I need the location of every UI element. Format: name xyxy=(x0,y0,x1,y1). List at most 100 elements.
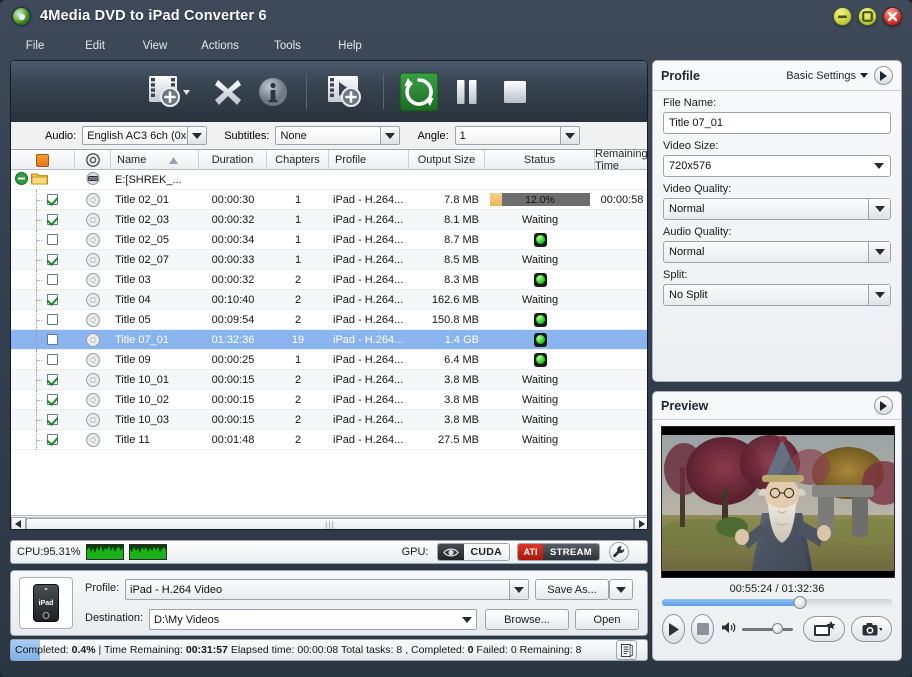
preview-expand-button[interactable] xyxy=(874,396,893,415)
column-select-all[interactable] xyxy=(11,150,75,170)
table-row[interactable]: Title 02_0100:00:301iPad - H.264...7.8 M… xyxy=(11,190,648,210)
table-row[interactable]: Title 10_0200:00:152iPad - H.264...3.8 M… xyxy=(11,390,648,410)
column-duration[interactable]: Duration xyxy=(199,150,267,170)
open-button[interactable]: Open xyxy=(575,609,639,630)
stop-preview-button[interactable] xyxy=(691,614,714,644)
audio-select[interactable]: English AC3 6ch (0x8 xyxy=(82,126,207,145)
row-checkbox[interactable] xyxy=(47,274,58,285)
stop-button[interactable] xyxy=(495,69,535,115)
table-row[interactable]: Title 0400:10:402iPad - H.264...162.6 MB… xyxy=(11,290,648,310)
row-checkbox[interactable] xyxy=(47,254,58,265)
video-quality-select[interactable]: Normal xyxy=(663,198,891,220)
table-row[interactable]: Title 02_0500:00:341iPad - H.264...8.7 M… xyxy=(11,230,648,250)
add-file-button[interactable] xyxy=(321,69,373,115)
horizontal-scrollbar[interactable]: ||| xyxy=(11,515,648,530)
menu-file[interactable]: File xyxy=(5,37,65,55)
row-checkbox[interactable] xyxy=(47,434,58,445)
split-select[interactable]: No Split xyxy=(663,284,891,306)
maximize-button[interactable] xyxy=(858,7,877,26)
row-checkbox[interactable] xyxy=(47,394,58,405)
close-button[interactable] xyxy=(883,7,902,26)
table-row[interactable]: Title 1100:01:482iPad - H.264...27.5 MBW… xyxy=(11,430,648,450)
table-row[interactable]: Title 0900:00:251iPad - H.264...6.4 MB xyxy=(11,350,648,370)
chevron-down-icon[interactable] xyxy=(457,610,476,629)
log-list-icon[interactable] xyxy=(616,640,637,660)
remove-button[interactable] xyxy=(207,69,249,115)
info-button[interactable] xyxy=(253,69,293,115)
column-output-size[interactable]: Output Size xyxy=(409,150,485,170)
table-row[interactable]: Title 10_0300:00:152iPad - H.264...3.8 M… xyxy=(11,410,648,430)
menu-help[interactable]: Help xyxy=(320,37,380,55)
seek-slider[interactable] xyxy=(662,599,892,606)
save-as-dropdown-button[interactable] xyxy=(609,579,633,600)
snapshot-button[interactable] xyxy=(851,616,892,642)
chevron-down-icon[interactable] xyxy=(509,580,528,599)
column-chapters[interactable]: Chapters xyxy=(267,150,329,170)
subtitles-select[interactable]: None xyxy=(275,126,400,145)
scroll-left-button[interactable] xyxy=(11,517,26,531)
scrollbar-thumb[interactable]: ||| xyxy=(26,518,634,531)
column-name[interactable]: Name xyxy=(111,150,199,170)
convert-button[interactable] xyxy=(397,69,441,115)
audio-quality-select[interactable]: Normal xyxy=(663,241,891,263)
seek-knob[interactable] xyxy=(793,596,806,609)
cell-name: Title 05 xyxy=(111,310,199,330)
chevron-down-icon[interactable] xyxy=(380,127,399,144)
scrollbar-track[interactable]: ||| xyxy=(26,517,634,531)
chevron-down-icon[interactable] xyxy=(560,127,579,144)
volume-slider[interactable] xyxy=(742,628,793,631)
cuda-badge[interactable]: CUDA xyxy=(437,543,511,561)
destination-select[interactable]: D:\My Videos xyxy=(149,609,477,630)
table-row[interactable]: Title 0300:00:322iPad - H.264...8.3 MB xyxy=(11,270,648,290)
pause-button[interactable] xyxy=(447,69,487,115)
table-row[interactable]: Title 07_0101:32:3619iPad - H.264...1.4 … xyxy=(11,330,648,350)
row-checkbox[interactable] xyxy=(47,294,58,305)
scroll-right-button[interactable] xyxy=(634,517,648,531)
row-checkbox[interactable] xyxy=(47,314,58,325)
play-button[interactable] xyxy=(662,614,685,644)
wrench-icon[interactable] xyxy=(609,542,629,562)
table-row[interactable]: Title 02_0700:00:331iPad - H.264...8.5 M… xyxy=(11,250,648,270)
stop-all-icon[interactable] xyxy=(36,154,49,167)
column-status[interactable]: Status xyxy=(485,150,595,170)
chevron-down-icon[interactable] xyxy=(868,242,890,262)
video-preview[interactable] xyxy=(661,426,895,578)
row-checkbox[interactable] xyxy=(47,374,58,385)
file-name-input[interactable]: Title 07_01 xyxy=(663,112,891,134)
profile-expand-button[interactable] xyxy=(874,66,893,85)
menu-actions[interactable]: Actions xyxy=(185,37,255,55)
minimize-button[interactable] xyxy=(833,7,852,26)
row-checkbox[interactable] xyxy=(47,194,58,205)
menu-view[interactable]: View xyxy=(125,37,185,55)
angle-select[interactable]: 1 xyxy=(455,126,580,145)
chevron-down-icon[interactable] xyxy=(868,156,890,176)
collapse-icon[interactable] xyxy=(15,172,28,188)
speaker-icon[interactable] xyxy=(721,621,736,637)
chevron-down-icon[interactable] xyxy=(868,285,890,305)
row-checkbox[interactable] xyxy=(47,234,58,245)
row-checkbox[interactable] xyxy=(47,414,58,425)
table-row[interactable]: Title 02_0300:00:321iPad - H.264...8.1 M… xyxy=(11,210,648,230)
row-checkbox[interactable] xyxy=(47,334,58,345)
chevron-down-icon[interactable] xyxy=(187,127,206,144)
effect-button[interactable] xyxy=(803,616,845,642)
ati-stream-badge[interactable]: ATI STREAM xyxy=(517,543,600,561)
chevron-down-icon[interactable] xyxy=(868,199,890,219)
title-disc-icon xyxy=(86,213,100,227)
column-profile[interactable]: Profile xyxy=(329,150,409,170)
profile-select[interactable]: iPad - H.264 Video xyxy=(125,579,529,600)
table-row[interactable]: Title 10_0100:00:152iPad - H.264...3.8 M… xyxy=(11,370,648,390)
row-checkbox[interactable] xyxy=(47,354,58,365)
add-dvd-button[interactable] xyxy=(139,69,197,115)
basic-settings-dropdown[interactable]: Basic Settings xyxy=(786,70,868,82)
table-group-row[interactable]: DVD E:[SHREK_... xyxy=(11,170,648,190)
row-checkbox[interactable] xyxy=(47,214,58,225)
volume-knob[interactable] xyxy=(772,623,783,634)
column-remaining-time[interactable]: Remaining Time xyxy=(595,150,648,170)
table-row[interactable]: Title 0500:09:542iPad - H.264...150.8 MB xyxy=(11,310,648,330)
menu-edit[interactable]: Edit xyxy=(65,37,125,55)
browse-button[interactable]: Browse... xyxy=(485,609,569,630)
video-size-select[interactable]: 720x576 xyxy=(663,155,891,177)
save-as-button[interactable]: Save As... xyxy=(535,579,609,600)
menu-tools[interactable]: Tools xyxy=(255,37,320,55)
